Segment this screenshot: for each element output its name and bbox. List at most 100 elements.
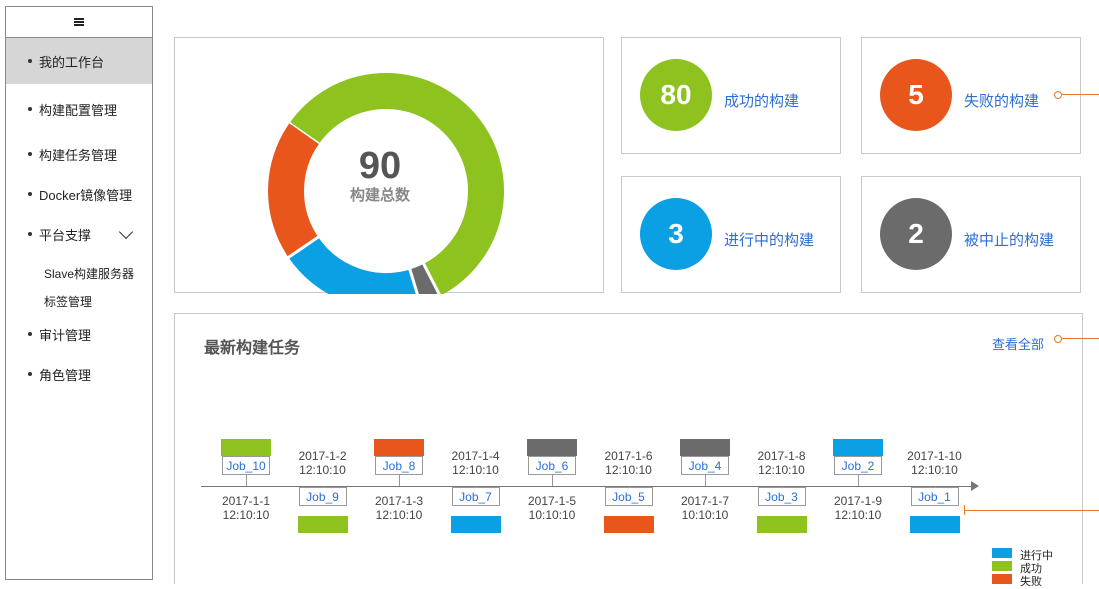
donut-segment-2[interactable] <box>268 123 320 258</box>
job-item[interactable]: Job_7 <box>451 487 500 506</box>
hamburger-icon <box>74 18 84 26</box>
job-timeline: Job_10 2017-1-1 12:10:10 Job_9 2017-1-2 12:10… <box>175 314 1084 585</box>
timeline-tick <box>858 475 859 486</box>
job-status-bar <box>603 516 654 533</box>
job-clock: 12:10:10 <box>911 463 958 477</box>
legend-swatch <box>992 561 1012 571</box>
job-time: 2017-1-10 12:10:10 <box>900 449 970 477</box>
job-item[interactable]: Job_6 <box>528 456 576 475</box>
timeline-tick <box>399 475 400 486</box>
legend-swatch <box>992 548 1012 558</box>
job-date: 2017-1-8 <box>757 449 806 463</box>
stat-running-label: 进行中的构建 <box>724 232 815 249</box>
job-status-bar <box>680 439 730 456</box>
chevron-down-icon[interactable] <box>118 224 134 240</box>
job-time: 2017-1-9 12:10:10 <box>823 494 893 522</box>
job-clock: 12:10:10 <box>299 463 346 477</box>
stat-success-panel[interactable]: 80 成功的构建 <box>621 37 841 154</box>
stat-failed-panel[interactable]: 5 失败的构建 <box>861 37 1081 154</box>
job-item[interactable]: Job_9 <box>298 487 347 506</box>
timeline-tick <box>552 475 553 486</box>
job-item[interactable]: Job_3 <box>757 487 806 506</box>
total-builds-panel: 90 构建总数 <box>174 37 604 294</box>
job-item[interactable]: Job_10 <box>222 456 270 475</box>
job-status-bar <box>221 439 271 456</box>
connector-line <box>965 510 1099 511</box>
job-date: 2017-1-1 <box>221 494 271 508</box>
job-time: 2017-1-7 10:10:10 <box>670 494 740 522</box>
job-time: 2017-1-5 10:10:10 <box>517 494 587 522</box>
job-date: 2017-1-5 <box>527 494 577 508</box>
running-count-badge: 3 <box>640 198 712 270</box>
job-status-bar <box>374 439 424 456</box>
sidebar-item-label: 审计管理 <box>39 327 92 343</box>
sidebar-item-build-config[interactable]: 构建配置管理 <box>6 99 152 119</box>
connector-line <box>1062 94 1099 95</box>
job-time: 2017-1-8 12:10:10 <box>747 449 817 477</box>
job-time: 2017-1-1 12:10:10 <box>211 494 281 522</box>
sidebar-item-label: 构建任务管理 <box>39 147 118 163</box>
job-time: 2017-1-6 12:10:10 <box>594 449 664 477</box>
job-clock: 10:10:10 <box>681 508 729 522</box>
bullet-icon <box>28 59 32 63</box>
stat-success-label: 成功的构建 <box>724 93 800 110</box>
job-clock: 10:10:10 <box>528 508 576 522</box>
job-date: 2017-1-10 <box>907 449 962 463</box>
bullet-icon <box>28 192 32 196</box>
stat-aborted-panel[interactable]: 2 被中止的构建 <box>861 176 1081 293</box>
sidebar-subitem-tags[interactable]: 标签管理 <box>44 293 92 310</box>
donut-segment-3[interactable] <box>409 263 440 294</box>
success-count-badge: 80 <box>640 59 712 131</box>
job-status-bar <box>297 516 348 533</box>
job-date: 2017-1-9 <box>833 494 883 508</box>
job-date: 2017-1-6 <box>604 449 653 463</box>
job-item[interactable]: Job_8 <box>375 456 423 475</box>
stat-aborted-label: 被中止的构建 <box>964 232 1055 249</box>
job-clock: 12:10:10 <box>758 463 805 477</box>
stat-failed-label: 失败的构建 <box>964 93 1040 110</box>
job-date: 2017-1-7 <box>680 494 730 508</box>
connector-pin-icon <box>1054 91 1062 99</box>
job-item[interactable]: Job_4 <box>681 456 729 475</box>
job-status-bar <box>450 516 501 533</box>
failed-count-badge: 5 <box>880 59 952 131</box>
connector-pin-icon <box>1054 335 1062 343</box>
sidebar-item-label: Docker镜像管理 <box>39 187 133 203</box>
legend-swatch <box>992 574 1012 584</box>
menu-toggle-button[interactable] <box>6 7 152 38</box>
bullet-icon <box>28 232 32 236</box>
total-label: 构建总数 <box>349 187 410 204</box>
sidebar-item-roles[interactable]: 角色管理 <box>6 364 152 384</box>
sidebar-item-label: 构建配置管理 <box>39 102 118 118</box>
job-date: 2017-1-3 <box>374 494 424 508</box>
bullet-icon <box>28 107 32 111</box>
sidebar-item-label: 我的工作台 <box>39 54 105 70</box>
bullet-icon <box>28 332 32 336</box>
sidebar: 我的工作台 构建配置管理 构建任务管理 Docker镜像管理 平台支撑 Slav… <box>5 6 153 580</box>
job-item[interactable]: Job_2 <box>834 456 882 475</box>
connector-line <box>1062 338 1099 339</box>
total-count: 90 <box>358 145 402 187</box>
sidebar-item-docker-images[interactable]: Docker镜像管理 <box>6 184 152 204</box>
legend-label: 失败 <box>1020 576 1042 588</box>
sidebar-item-label: 平台支撑 <box>39 227 92 243</box>
sidebar-item-label: 角色管理 <box>39 367 92 383</box>
sidebar-item-platform-support[interactable]: 平台支撑 <box>6 224 152 244</box>
job-time: 2017-1-4 12:10:10 <box>441 449 511 477</box>
job-clock: 12:10:10 <box>452 463 499 477</box>
sidebar-subitem-slave-servers[interactable]: Slave构建服务器 <box>44 265 134 282</box>
job-item[interactable]: Job_5 <box>604 487 653 506</box>
bullet-icon <box>28 152 32 156</box>
job-item[interactable]: Job_1 <box>910 487 959 506</box>
sidebar-item-build-tasks[interactable]: 构建任务管理 <box>6 144 152 164</box>
job-clock: 12:10:10 <box>605 463 652 477</box>
job-clock: 12:10:10 <box>222 508 270 522</box>
sidebar-item-workbench[interactable]: 我的工作台 <box>6 38 152 84</box>
stat-running-panel[interactable]: 3 进行中的构建 <box>621 176 841 293</box>
donut-segment-1[interactable] <box>288 236 418 294</box>
job-clock: 12:10:10 <box>834 508 882 522</box>
job-status-bar <box>527 439 577 456</box>
job-date: 2017-1-2 <box>298 449 347 463</box>
sidebar-item-audit[interactable]: 审计管理 <box>6 324 152 344</box>
job-time: 2017-1-3 12:10:10 <box>364 494 434 522</box>
